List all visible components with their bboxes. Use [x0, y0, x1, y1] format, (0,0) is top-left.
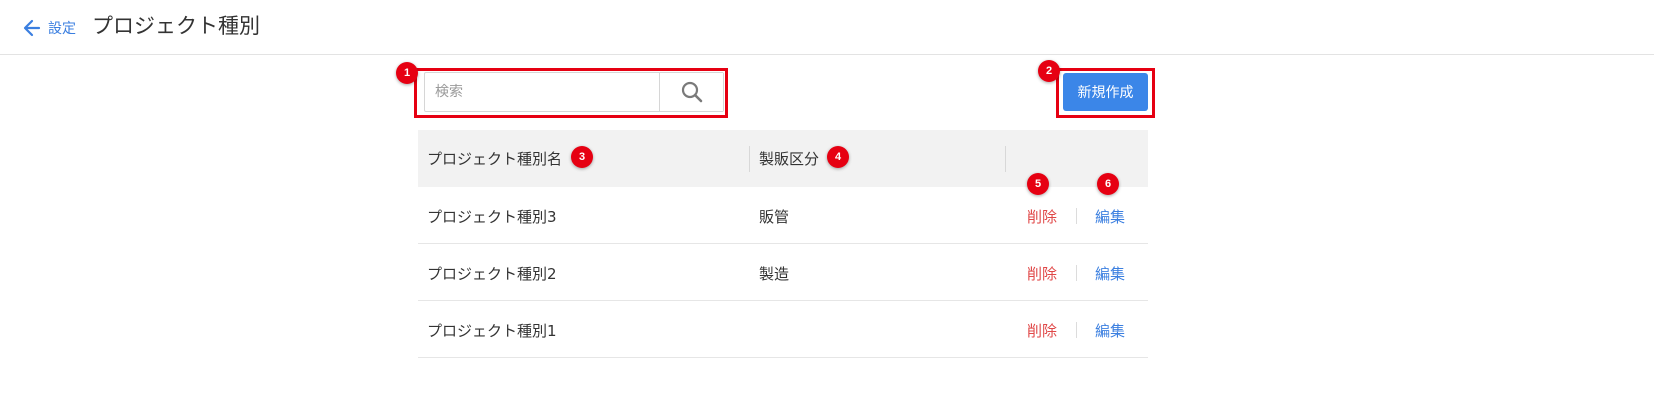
action-divider: [1076, 208, 1077, 224]
column-header-category: 製販区分: [759, 150, 820, 168]
annotation-badge-1: 1: [396, 62, 418, 84]
row-name: プロジェクト種別3: [427, 208, 557, 226]
column-header-name: プロジェクト種別名: [427, 150, 563, 168]
column-divider: [1005, 146, 1006, 172]
page-title: プロジェクト種別: [92, 14, 260, 38]
annotation-badge-3: 3: [571, 146, 593, 168]
table-row: プロジェクト種別3 販管 削除 編集: [418, 187, 1148, 244]
row-category: 販管: [759, 208, 790, 226]
edit-link[interactable]: 編集: [1095, 206, 1125, 227]
back-link[interactable]: 設定: [22, 16, 76, 40]
annotation-badge-2: 2: [1038, 60, 1060, 82]
back-link-label[interactable]: 設定: [48, 18, 76, 38]
project-type-table: プロジェクト種別名 製販区分 プロジェクト種別3 販管 削除 編集 プロジェクト…: [418, 130, 1148, 358]
delete-link[interactable]: 削除: [1027, 206, 1057, 227]
search-button[interactable]: [659, 73, 723, 111]
delete-link[interactable]: 削除: [1027, 263, 1057, 284]
delete-link[interactable]: 削除: [1027, 320, 1057, 341]
action-divider: [1076, 265, 1077, 281]
search-box: [424, 72, 724, 112]
action-divider: [1076, 322, 1077, 338]
annotation-badge-6: 6: [1097, 173, 1119, 195]
page-header: 設定 プロジェクト種別: [0, 0, 1654, 55]
annotation-badge-4: 4: [827, 146, 849, 168]
edit-link[interactable]: 編集: [1095, 263, 1125, 284]
search-icon: [681, 81, 702, 103]
table-row: プロジェクト種別2 製造 削除 編集: [418, 244, 1148, 301]
table-row: プロジェクト種別1 削除 編集: [418, 301, 1148, 358]
annotation-badge-5: 5: [1027, 173, 1049, 195]
column-divider: [749, 146, 750, 172]
edit-link[interactable]: 編集: [1095, 320, 1125, 341]
row-category: 製造: [759, 265, 790, 283]
arrow-left-icon: [23, 19, 41, 37]
row-name: プロジェクト種別2: [427, 265, 557, 283]
row-name: プロジェクト種別1: [427, 322, 557, 340]
create-new-button[interactable]: 新規作成: [1063, 73, 1148, 111]
search-input[interactable]: [425, 73, 659, 111]
